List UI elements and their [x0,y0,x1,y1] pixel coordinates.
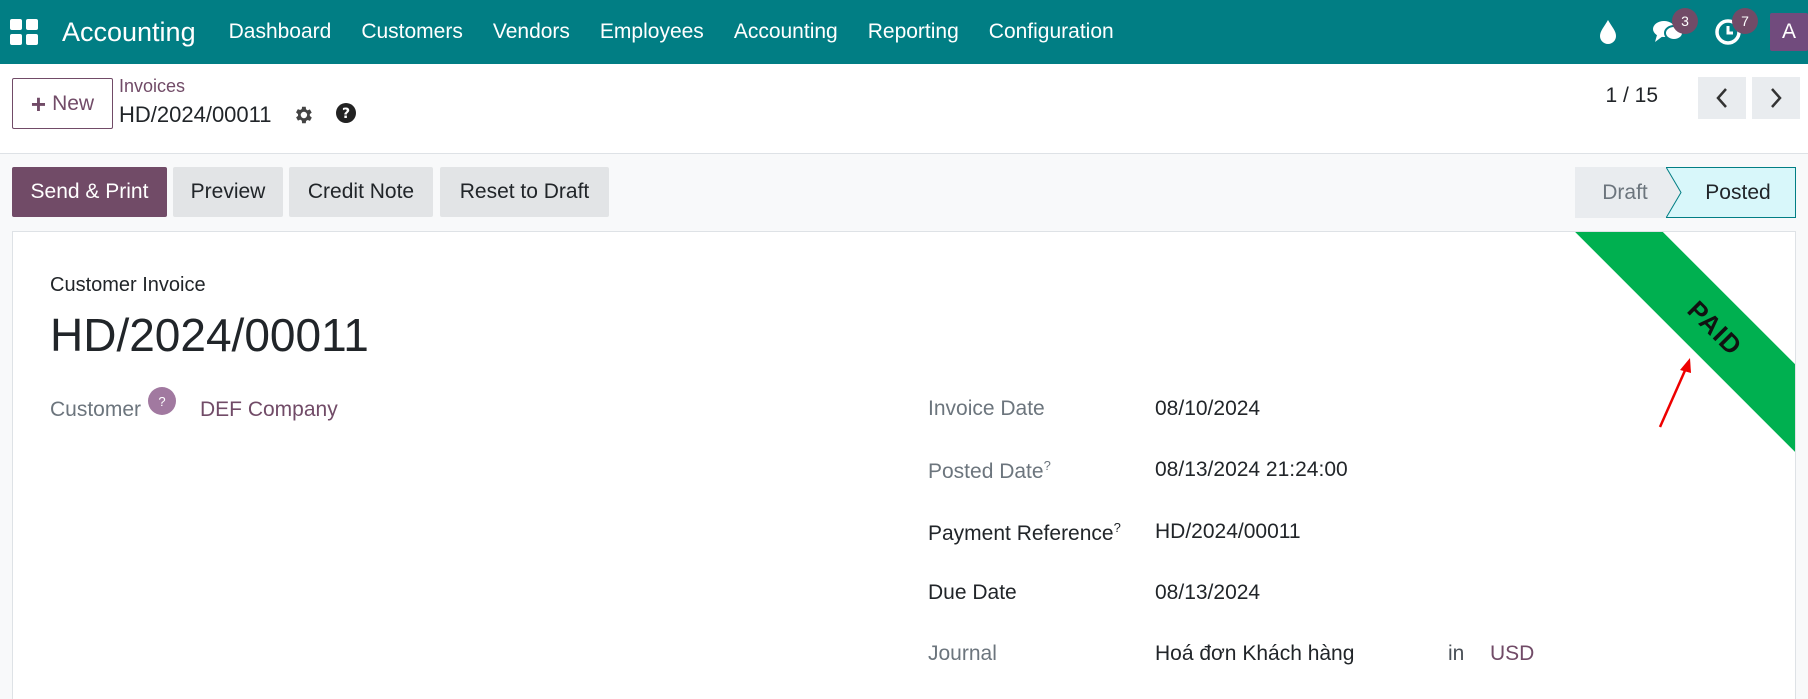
activity-clock-icon[interactable]: 7 [1708,8,1758,52]
payment-reference-label: Payment Reference? [928,520,1121,546]
status-posted-notch [1666,167,1682,218]
navbar-systray: 3 7 A [1578,0,1808,64]
menu-vendors[interactable]: Vendors [493,20,570,44]
new-button[interactable]: + New [12,78,113,129]
activities-badge: 7 [1732,8,1758,34]
invoice-date-field[interactable]: 08/10/2024 [1155,397,1260,421]
posted-date-label-text: Posted Date [928,460,1044,483]
invoice-form-sheet: Customer Invoice HD/2024/00011 Customer … [12,231,1796,699]
pager-next-button[interactable] [1752,77,1800,119]
pager-value[interactable]: 1 / 15 [1605,84,1658,108]
pager-previous-button[interactable] [1698,77,1746,119]
customer-field[interactable]: DEF Company [200,398,338,422]
send-print-button[interactable]: Send & Print [12,167,167,217]
gear-icon[interactable] [292,104,316,128]
reset-to-draft-button[interactable]: Reset to Draft [440,167,609,217]
customer-help-badge[interactable]: ? [148,387,176,415]
drop-icon[interactable] [1588,12,1628,52]
journal-field[interactable]: Hoá đơn Khách hàng [1155,642,1354,666]
messages-icon[interactable]: 3 [1648,8,1698,52]
due-date-field[interactable]: 08/13/2024 [1155,581,1260,605]
help-icon[interactable]: ? [335,102,359,126]
svg-text:?: ? [342,106,350,122]
app-name[interactable]: Accounting [62,17,196,48]
messages-badge: 3 [1672,8,1698,34]
payment-reference-help[interactable]: ? [1114,520,1121,535]
red-arrow-annotation [1658,358,1691,428]
plus-icon: + [30,88,47,119]
document-type-label: Customer Invoice [50,274,206,296]
posted-date-field[interactable]: 08/13/2024 21:24:00 [1155,458,1348,482]
due-date-label: Due Date [928,581,1017,604]
menu-configuration[interactable]: Configuration [989,20,1114,44]
user-avatar[interactable]: A [1770,13,1808,51]
credit-note-button[interactable]: Credit Note [289,167,433,217]
menu-dashboard[interactable]: Dashboard [229,20,332,44]
invoice-date-label: Invoice Date [928,397,1045,420]
new-button-label: New [52,91,95,115]
payment-reference-label-text: Payment Reference [928,522,1114,545]
customer-label: Customer [50,398,142,421]
journal-label: Journal [928,642,997,665]
menu-reporting[interactable]: Reporting [868,20,959,44]
apps-menu-icon[interactable] [8,17,38,47]
invoice-number-title: HD/2024/00011 [50,309,369,361]
breadcrumb-invoices[interactable]: Invoices [119,76,185,97]
top-navbar: Accounting Dashboard Customers Vendors E… [0,0,1808,64]
control-panel: + New Invoices HD/2024/00011 ? 1 / 15 [0,64,1808,154]
chevron-right-icon [1771,88,1782,108]
currency-field[interactable]: USD [1490,642,1534,666]
payment-reference-field[interactable]: HD/2024/00011 [1155,520,1301,544]
chevron-left-icon [1716,88,1727,108]
preview-button[interactable]: Preview [173,167,283,217]
posted-date-label: Posted Date? [928,458,1051,484]
menu-accounting[interactable]: Accounting [734,20,838,44]
menu-employees[interactable]: Employees [600,20,704,44]
breadcrumb-current-record: HD/2024/00011 [119,102,272,127]
journal-in-label: in [1448,642,1465,665]
menu-customers[interactable]: Customers [361,20,463,44]
posted-date-help[interactable]: ? [1044,458,1051,473]
